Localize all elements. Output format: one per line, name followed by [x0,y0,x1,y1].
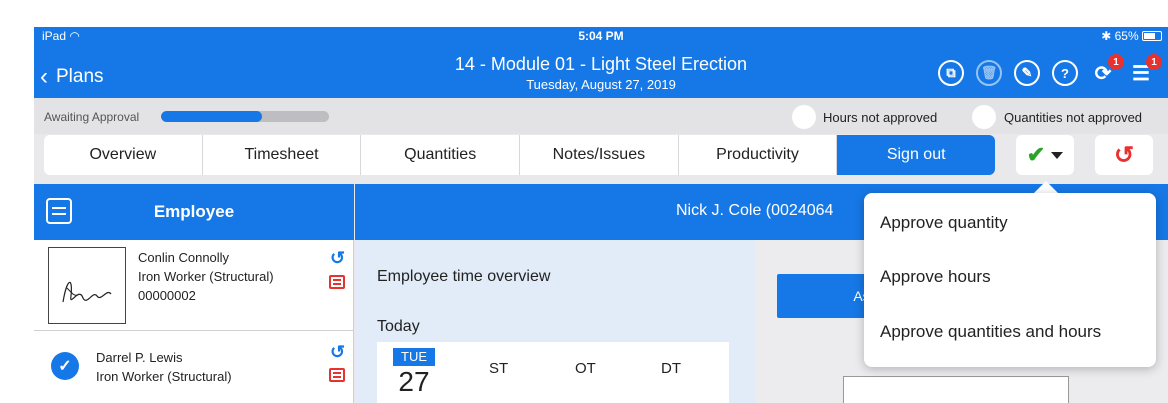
list-item[interactable]: Conlin Connolly Iron Worker (Structural)… [34,240,354,331]
employee-name: Darrel P. Lewis [96,350,183,365]
app-frame: iPad ◠ 5:04 PM ✱ 65% ‹ Plans 14 - Module… [34,27,1168,403]
employee-list: Conlin Connolly Iron Worker (Structural)… [34,240,354,403]
sync-icon[interactable]: ⟳ 1 [1090,54,1124,86]
help-icon[interactable]: ? [1052,60,1078,86]
overview-title: Employee time overview [377,268,551,285]
menu-item-approve-quantity[interactable]: Approve quantity [880,213,1008,233]
tab-timesheet[interactable]: Timesheet [203,135,362,175]
tab-overview[interactable]: Overview [44,135,203,175]
employee-role: Iron Worker (Structural) [96,369,232,384]
tab-notes-issues[interactable]: Notes/Issues [520,135,679,175]
hours-approval-toggle[interactable] [792,105,816,129]
checkmark-icon: ✔ [1026,142,1046,167]
copy-icon[interactable]: ⧉ [938,60,964,86]
battery-icon [1142,31,1162,41]
employee-panel-title: Employee [153,202,235,221]
quantities-approval-label: Quantities not approved [1004,110,1143,125]
signature-image [48,247,126,324]
approval-strip: Awaiting Approval Hours not approved Qua… [34,98,1168,134]
day-card: TUE 27 ST OT DT [377,342,729,403]
day-of-week: TUE [393,348,435,366]
approval-progress-fill [161,111,262,122]
top-bar: iPad ◠ 5:04 PM ✱ 65% ‹ Plans 14 - Module… [34,27,1168,98]
clock: 5:04 PM [578,29,624,43]
tab-quantities[interactable]: Quantities [361,135,521,175]
employee-role: Iron Worker (Structural) [138,269,274,284]
undo-icon[interactable]: ↺ [330,248,345,269]
menu-item-approve-both[interactable]: Approve quantities and hours [880,322,1101,342]
tab-productivity[interactable]: Productivity [679,135,838,175]
column-dt: DT [661,360,681,377]
timesheet-icon[interactable] [329,275,345,289]
column-ot: OT [575,360,596,377]
nav-actions: ⧉ 🗑 ✎ ? ⟳ 1 ☰ 1 [938,54,1162,86]
employee-id: 00000002 [138,288,196,303]
battery-status: ✱ 65% [1101,29,1162,43]
trash-icon[interactable]: 🗑 [976,60,1002,86]
hours-approval-label: Hours not approved [823,110,938,125]
checkmark-circle-icon: ✓ [51,352,79,380]
menu-icon[interactable]: ☰ 1 [1128,54,1162,86]
approve-dropdown-button[interactable]: ✔ [1016,135,1074,175]
selected-employee-name: Nick J. Cole (0024064 [676,202,834,219]
list-item[interactable]: ✓ Darrel P. Lewis Iron Worker (Structura… [34,332,354,403]
dropdown-pointer [1034,181,1058,193]
approval-status-label: Awaiting Approval [44,110,140,124]
revert-button[interactable]: ↺ [1095,135,1153,175]
tab-sign-out[interactable]: Sign out [837,135,995,175]
employee-info: Darrel P. Lewis Iron Worker (Structural) [96,348,232,386]
sync-badge: 1 [1108,54,1124,70]
detail-field[interactable] [843,376,1069,403]
tab-bar: Overview Timesheet Quantities Notes/Issu… [44,135,995,175]
bluetooth-icon: ✱ [1101,29,1112,43]
time-overview-panel: Employee time overview Today TUE 27 ST O… [355,240,755,403]
quantities-approval-toggle[interactable] [972,105,996,129]
approval-progress-bar [161,111,329,122]
today-label: Today [377,318,420,335]
employee-name: Conlin Connolly [138,250,230,265]
undo-icon[interactable]: ↺ [330,342,345,363]
timesheet-icon[interactable] [329,368,345,382]
day-number: 27 [398,366,430,397]
edit-icon[interactable]: ✎ [1014,60,1040,86]
employee-info: Conlin Connolly Iron Worker (Structural)… [138,248,274,305]
employee-panel-header: Employee [34,184,354,240]
menu-badge: 1 [1146,54,1162,70]
undo-icon: ↺ [1113,141,1135,169]
approve-dropdown-menu: Approve quantity Approve hours Approve q… [864,193,1156,367]
column-st: ST [489,360,509,377]
menu-item-approve-hours[interactable]: Approve hours [880,267,991,287]
caret-down-icon [1051,151,1064,159]
